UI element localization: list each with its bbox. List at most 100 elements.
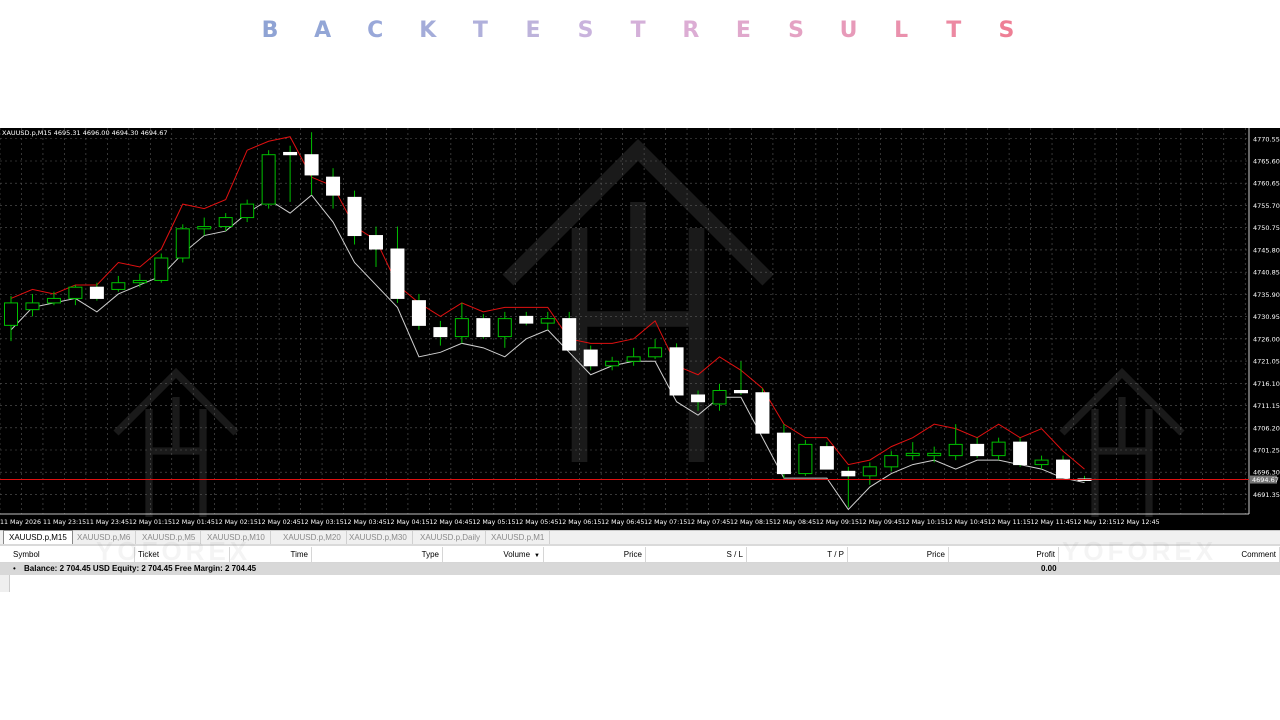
- watermark-arrow-large: [502, 138, 774, 462]
- tab-xauusd-p-m15[interactable]: XAUUSD.p,M15: [3, 530, 73, 545]
- x-tick-label: 12 May 07:15: [644, 519, 687, 526]
- x-tick-label: 12 May 10:45: [945, 519, 988, 526]
- title-letter: C: [367, 18, 384, 43]
- candle-bullish: [46, 297, 61, 304]
- y-tick-label: 4726.00: [1253, 335, 1280, 343]
- candle-bearish: [304, 154, 319, 176]
- candle-bullish: [712, 389, 727, 405]
- tab-xauusd-p-m30[interactable]: XAUUSD.p,M30: [344, 531, 413, 544]
- x-tick-label: 12 May 06:15: [558, 519, 601, 526]
- title-letter: U: [839, 18, 858, 43]
- candlestick-chart-svg[interactable]: 4770.55 4765.60 4760.65 4755.70 4750.75 4745.…: [0, 128, 1280, 530]
- y-tick-label: 4745.80: [1253, 246, 1280, 254]
- candle-bearish: [970, 443, 985, 457]
- column-header-label: S / L: [726, 550, 743, 559]
- tab-xauusd-p-m1[interactable]: XAUUSD.p,M1: [486, 531, 551, 544]
- column-header-type[interactable]: Type: [312, 547, 443, 562]
- candle-bearish: [583, 349, 598, 367]
- column-header-label: Profit: [1036, 550, 1055, 559]
- y-tick-label: 4740.85: [1253, 269, 1280, 277]
- candle-bullish: [648, 347, 663, 358]
- candle-bearish: [1013, 441, 1028, 466]
- candle-bullish: [991, 441, 1006, 457]
- title-letter: T: [472, 18, 488, 43]
- candle-bearish: [776, 432, 791, 475]
- title-letter: E: [735, 18, 751, 43]
- column-header-s-l[interactable]: S / L: [646, 547, 747, 562]
- x-tick-label: 12 May 07:45: [687, 519, 730, 526]
- tab-xauusd-p-daily[interactable]: XAUUSD.p,Daily: [415, 531, 487, 544]
- candle-bullish: [68, 286, 83, 299]
- candle-bearish: [1056, 459, 1071, 479]
- title-letter: S: [998, 18, 1015, 43]
- x-tick-label: 12 May 01:15: [129, 519, 172, 526]
- x-tick-label: 12 May 01:45: [172, 519, 215, 526]
- current-price-label: 4694.67: [1252, 476, 1279, 484]
- y-tick-label: 4701.25: [1253, 447, 1280, 455]
- column-header-label: T / P: [827, 550, 844, 559]
- title-letter: T: [946, 18, 962, 43]
- x-tick-label: 12 May 08:15: [730, 519, 773, 526]
- title-letter: E: [525, 18, 541, 43]
- column-header-volume[interactable]: Volume ▼: [443, 547, 544, 562]
- candle-bullish: [111, 282, 126, 290]
- candle-bullish: [240, 203, 255, 219]
- title-letter: S: [788, 18, 804, 43]
- sort-arrow-icon: ▼: [534, 553, 540, 559]
- column-header-label: Price: [623, 550, 642, 559]
- candle-bearish: [819, 446, 834, 470]
- candle-bullish: [132, 279, 147, 284]
- candle-bullish: [798, 443, 813, 475]
- candle-bullish: [4, 302, 18, 326]
- candle-bullish: [154, 257, 169, 281]
- column-header-profit[interactable]: Profit: [949, 547, 1059, 562]
- candle-bearish: [347, 196, 362, 237]
- y-tick-label: 4730.95: [1253, 313, 1280, 321]
- column-header-label: Time: [290, 550, 308, 559]
- y-tick-label: 4691.35: [1253, 491, 1280, 499]
- x-tick-label: 12 May 02:15: [215, 519, 258, 526]
- column-header-price[interactable]: Price: [848, 547, 949, 562]
- x-tick-label: 12 May 04:15: [386, 519, 429, 526]
- candle-bearish: [326, 176, 341, 196]
- price-chart[interactable]: 4770.55 4765.60 4760.65 4755.70 4750.75 4745.…: [0, 128, 1280, 530]
- y-tick-label: 4770.55: [1253, 135, 1280, 143]
- watermark-right: YOFOREX: [1062, 536, 1218, 566]
- watermark-arrow-right: [1059, 367, 1185, 517]
- column-header-label: Comment: [1241, 550, 1276, 559]
- title-letter: A: [314, 18, 332, 43]
- x-tick-label: 12 May 11:15: [988, 519, 1031, 526]
- candle-bearish: [433, 327, 448, 338]
- candle-bearish: [519, 315, 534, 324]
- x-tick-label: 12 May 10:15: [902, 519, 945, 526]
- column-header-label: Price: [926, 550, 945, 559]
- candle-bullish: [197, 226, 212, 230]
- candle-bearish: [476, 318, 491, 338]
- x-tick-label: 12 May 04:45: [429, 519, 472, 526]
- y-tick-label: 4765.60: [1253, 157, 1280, 165]
- column-header-label: Type: [421, 550, 439, 559]
- x-tick-label: 11 May 23:15: [43, 519, 86, 526]
- y-tick-label: 4755.70: [1253, 202, 1280, 210]
- candle-bullish: [862, 466, 877, 477]
- x-tick-label: 12 May 11:45: [1031, 519, 1074, 526]
- candle-bearish: [562, 318, 577, 351]
- candle-bullish: [884, 455, 899, 468]
- candle-bullish: [25, 302, 40, 311]
- candle-bearish: [411, 300, 426, 326]
- candle-bullish: [905, 452, 920, 457]
- column-header-price[interactable]: Price: [544, 547, 646, 562]
- x-tick-label: 12 May 02:45: [258, 519, 301, 526]
- y-tick-label: 4760.65: [1253, 180, 1280, 188]
- candle-bullish: [605, 360, 620, 367]
- column-header-t-p[interactable]: T / P: [747, 547, 848, 562]
- x-tick-label: 11 May 2026: [0, 519, 41, 526]
- candle-bullish: [497, 318, 512, 338]
- tab-xauusd-p-m20[interactable]: XAUUSD.p,M20: [278, 531, 347, 544]
- terminal-side-strip: [0, 575, 10, 592]
- watermark-arrow-left: [113, 367, 239, 517]
- candle-bearish: [733, 389, 748, 394]
- y-tick-label: 4716.10: [1253, 380, 1280, 388]
- x-tick-label: 12 May 05:15: [472, 519, 515, 526]
- candle-bearish: [755, 392, 770, 434]
